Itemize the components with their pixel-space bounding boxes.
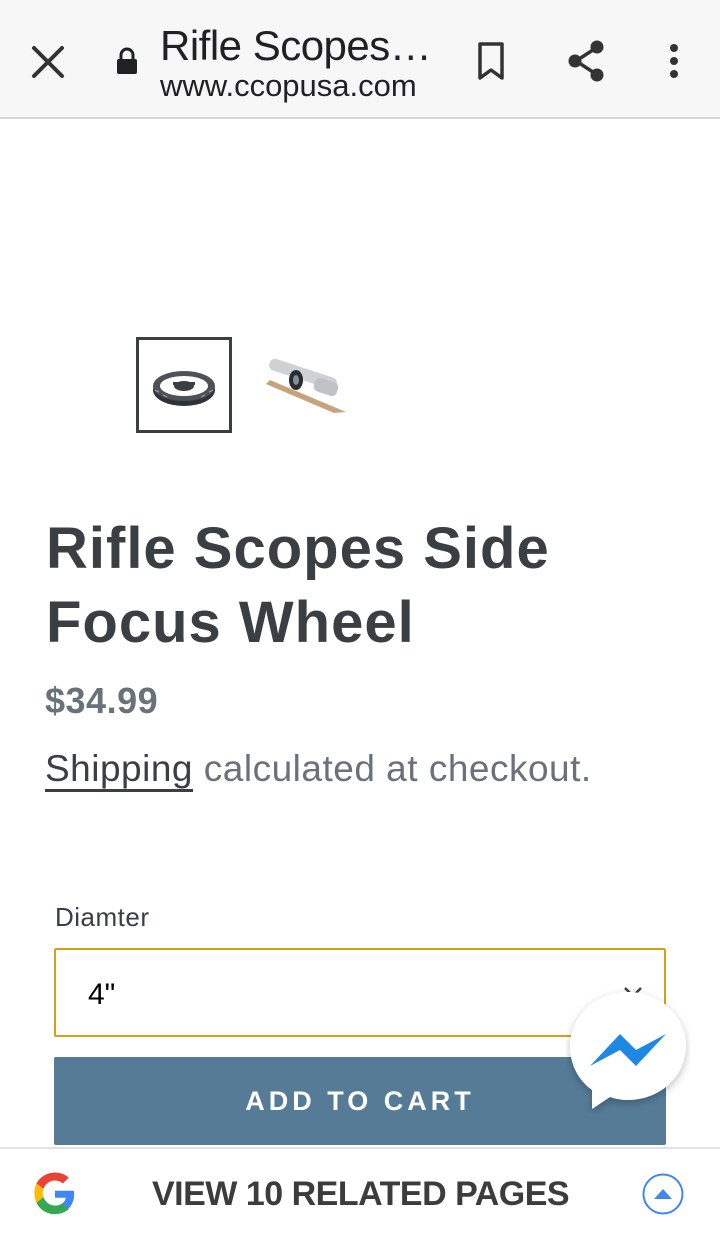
messenger-icon[interactable] <box>566 988 690 1114</box>
product-price: $34.99 <box>45 680 159 721</box>
chevron-up-icon[interactable] <box>642 1173 684 1215</box>
diameter-label: Diamter <box>55 902 150 932</box>
page-url: www.ccopusa.com <box>160 68 417 103</box>
focus-wheel-image <box>153 371 215 406</box>
lock-icon <box>116 46 138 76</box>
scope-image <box>266 358 346 413</box>
google-icon <box>34 1172 75 1215</box>
product-thumbnail-scope[interactable] <box>258 340 354 430</box>
diameter-selected-value: 4" <box>88 978 116 1011</box>
page-title: Rifle Scopes… <box>160 22 432 69</box>
shipping-note: Shipping calculated at checkout. <box>45 748 705 790</box>
shipping-link[interactable]: Shipping <box>45 748 193 789</box>
related-pages-label: VIEW 10 RELATED PAGES <box>152 1175 570 1213</box>
product-thumbnail-wheel[interactable] <box>136 337 232 433</box>
related-pages-bar[interactable]: VIEW 10 RELATED PAGES <box>0 1147 720 1239</box>
shipping-note-text: calculated at checkout. <box>193 748 592 789</box>
bookmark-icon[interactable] <box>472 38 512 84</box>
browser-toolbar: Rifle Scopes… www.ccopusa.com <box>0 0 720 119</box>
more-vert-icon[interactable] <box>660 40 688 86</box>
product-title: Rifle Scopes Side Focus Wheel <box>46 516 550 655</box>
share-icon[interactable] <box>566 38 610 84</box>
close-icon[interactable] <box>26 40 70 84</box>
